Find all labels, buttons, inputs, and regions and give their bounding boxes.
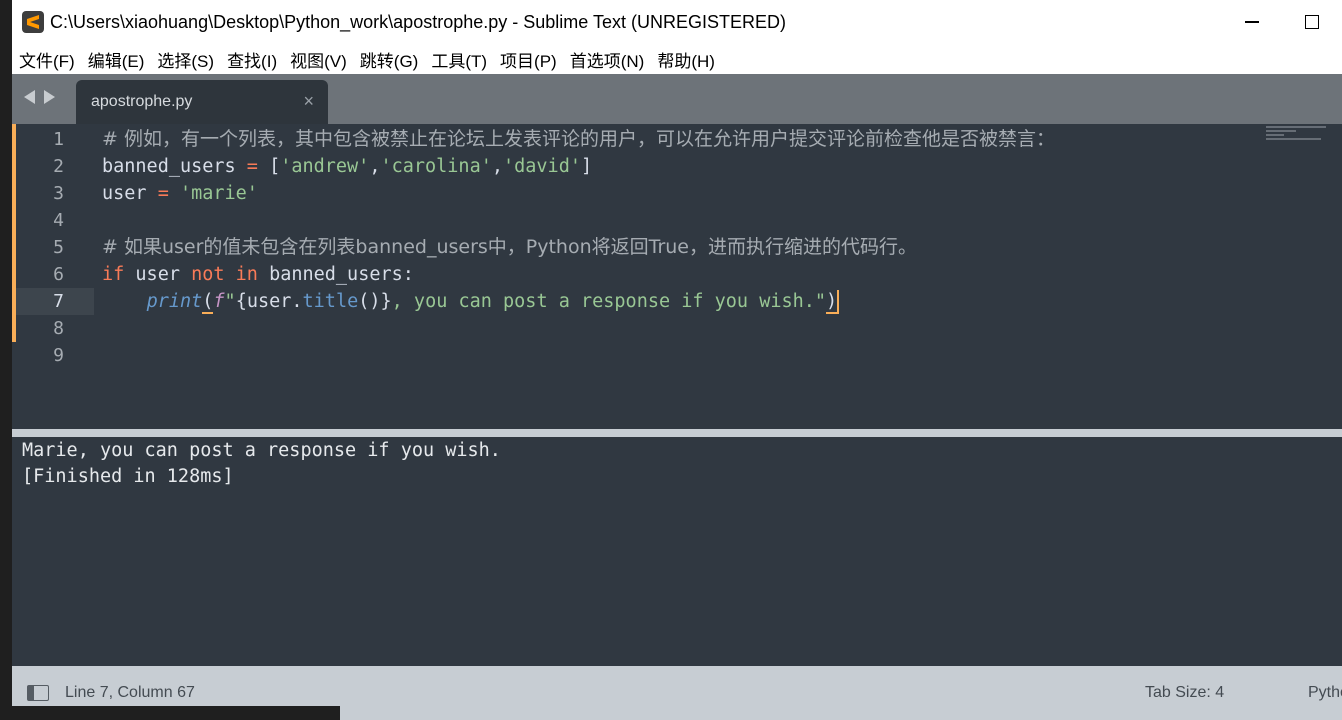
sublime-text-icon: [22, 11, 44, 33]
line-number: 6: [53, 264, 64, 285]
line-number: 3: [53, 183, 64, 204]
code-line-6: if user not in banned_users:: [102, 264, 414, 285]
gutter: 1 2 3 4 5 6 7 8 9: [12, 124, 94, 429]
tab-apostrophe-py[interactable]: apostrophe.py ×: [76, 80, 328, 124]
code-line-7: print(f"{user.title()}, you can post a r…: [146, 290, 840, 314]
menu-preferences[interactable]: 首选项(N): [563, 47, 651, 72]
text-cursor: [837, 290, 840, 314]
line-number: 4: [53, 210, 64, 231]
maximize-button[interactable]: [1282, 0, 1342, 44]
tab-bar: apostrophe.py ×: [12, 74, 1342, 124]
menu-bar: 文件(F) 编辑(E) 选择(S) 查找(I) 视图(V) 跳转(G) 工具(T…: [12, 44, 1342, 74]
code-editor[interactable]: 1 2 3 4 5 6 7 8 9 # 例如，有一个列表，其中包含被禁止在论坛上…: [12, 124, 1342, 429]
menu-help[interactable]: 帮助(H): [650, 47, 721, 72]
menu-tools[interactable]: 工具(T): [424, 47, 493, 72]
line-number: 8: [53, 318, 64, 339]
cursor-position: Line 7, Column 67: [65, 684, 195, 701]
menu-find[interactable]: 查找(I): [220, 47, 283, 72]
desktop-edge: [0, 0, 12, 720]
line-number: 1: [53, 129, 64, 150]
build-output-panel: Marie, you can post a response if you wi…: [12, 437, 1342, 666]
window-title: C:\Users\xiaohuang\Desktop\Python_work\a…: [50, 11, 786, 32]
code-line-5: # 如果user的值未包含在列表banned_users中，Python将返回T…: [102, 236, 917, 258]
minimize-button[interactable]: [1222, 0, 1282, 44]
line-number: 2: [53, 156, 64, 177]
panel-splitter[interactable]: [12, 429, 1342, 437]
tab-label: apostrophe.py: [91, 93, 193, 110]
menu-file[interactable]: 文件(F): [12, 47, 81, 72]
line-number-active: 7: [53, 291, 64, 312]
output-line: Marie, you can post a response if you wi…: [22, 440, 501, 461]
menu-view[interactable]: 视图(V): [283, 47, 353, 72]
code-line-2: banned_users = ['andrew','carolina','dav…: [102, 156, 593, 177]
line-number: 5: [53, 237, 64, 258]
menu-project[interactable]: 项目(P): [493, 47, 563, 72]
tab-size-indicator[interactable]: Tab Size: 4: [1145, 684, 1224, 702]
title-bar: C:\Users\xiaohuang\Desktop\Python_work\a…: [12, 0, 1342, 44]
minimap[interactable]: [1266, 126, 1332, 146]
code-line-1: # 例如，有一个列表，其中包含被禁止在论坛上发表评论的用户，可以在允许用户提交评…: [102, 128, 1055, 150]
close-icon[interactable]: ×: [303, 92, 314, 110]
tab-navigation: [24, 90, 55, 104]
output-line: [Finished in 128ms]: [22, 466, 234, 487]
syntax-indicator[interactable]: Python: [1308, 684, 1342, 702]
taskbar-edge: [0, 706, 340, 720]
line-number: 9: [53, 345, 64, 366]
menu-edit[interactable]: 编辑(E): [81, 47, 151, 72]
arrow-left-icon[interactable]: [24, 90, 35, 104]
minimize-icon: [1245, 21, 1259, 23]
code-line-3: user = 'marie': [102, 183, 258, 204]
panel-toggle-icon[interactable]: [27, 685, 49, 701]
arrow-right-icon[interactable]: [44, 90, 55, 104]
menu-goto[interactable]: 跳转(G): [353, 47, 425, 72]
menu-selection[interactable]: 选择(S): [150, 47, 220, 72]
maximize-icon: [1305, 15, 1319, 29]
